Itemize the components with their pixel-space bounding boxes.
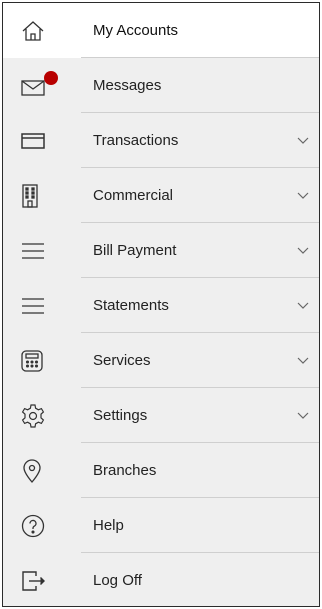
card-icon <box>21 127 65 155</box>
menu-item-statements[interactable]: Statements <box>3 278 319 333</box>
navigation-menu: My Accounts Messages Transactions Commer… <box>2 2 320 607</box>
menu-item-label: Messages <box>93 77 162 94</box>
location-pin-icon <box>21 457 65 485</box>
chevron-down-icon[interactable] <box>289 247 317 255</box>
logout-icon <box>21 567 65 595</box>
building-icon <box>21 182 65 210</box>
notification-badge <box>44 70 58 85</box>
menu-item-label: Settings <box>93 407 148 424</box>
menu-item-label: Bill Payment <box>93 242 177 259</box>
menu-item-label: My Accounts <box>93 22 179 39</box>
menu-item-commercial[interactable]: Commercial <box>3 168 319 223</box>
menu-item-label: Services <box>93 352 151 369</box>
menu-item-services[interactable]: Services <box>3 333 319 388</box>
menu-item-branches[interactable]: Branches <box>3 443 319 498</box>
chevron-down-icon[interactable] <box>289 137 317 145</box>
menu-item-log-off[interactable]: Log Off <box>3 553 319 608</box>
envelope-icon <box>21 70 65 100</box>
chevron-down-icon[interactable] <box>289 357 317 365</box>
menu-item-messages[interactable]: Messages <box>3 58 319 113</box>
menu-item-label: Help <box>93 517 124 534</box>
gear-icon <box>21 402 65 430</box>
menu-item-my-accounts[interactable]: My Accounts <box>3 3 319 58</box>
menu-item-transactions[interactable]: Transactions <box>3 113 319 168</box>
lines-icon <box>21 292 65 320</box>
menu-item-label: Branches <box>93 462 157 479</box>
menu-item-bill-payment[interactable]: Bill Payment <box>3 223 319 278</box>
menu-item-help[interactable]: Help <box>3 498 319 553</box>
help-icon <box>21 512 65 540</box>
chevron-down-icon[interactable] <box>289 412 317 420</box>
chevron-down-icon[interactable] <box>289 302 317 310</box>
menu-item-settings[interactable]: Settings <box>3 388 319 443</box>
menu-item-label: Commercial <box>93 187 174 204</box>
menu-item-label: Log Off <box>93 572 142 589</box>
lines-icon <box>21 237 65 265</box>
home-icon <box>21 17 65 45</box>
chevron-down-icon[interactable] <box>289 192 317 200</box>
menu-item-label: Statements <box>93 297 169 314</box>
menu-item-label: Transactions <box>93 132 179 149</box>
calculator-icon <box>21 347 65 375</box>
